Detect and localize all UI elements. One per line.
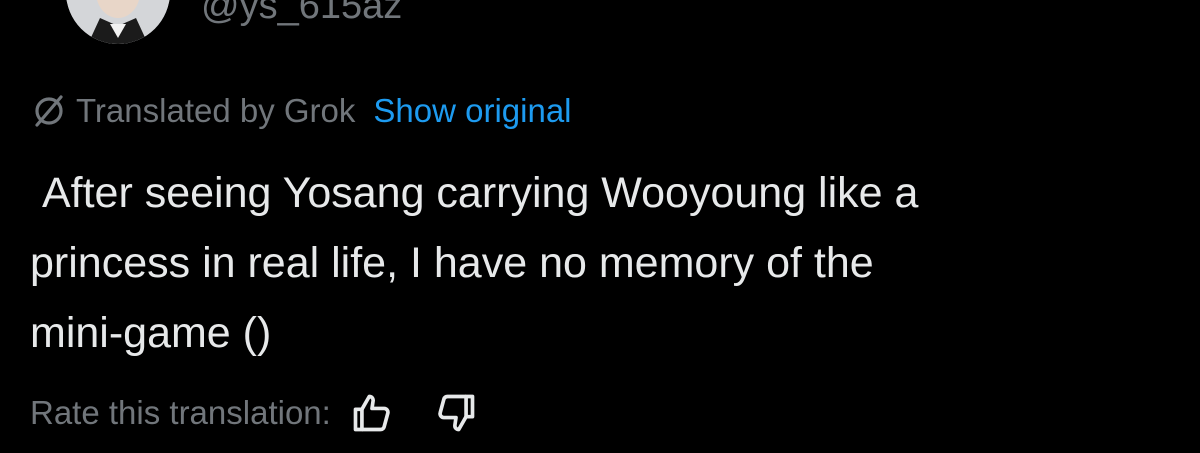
thumbs-down-button[interactable] <box>433 390 479 436</box>
thumbs-up-button[interactable] <box>349 390 395 436</box>
thumbs-down-icon <box>438 394 475 432</box>
rate-translation-bar: Rate this translation: <box>30 388 517 438</box>
rate-translation-label: Rate this translation: <box>30 394 331 431</box>
show-original-link[interactable]: Show original <box>373 92 571 130</box>
translation-bar: Translated by Grok Show original <box>30 89 572 133</box>
avatar[interactable] <box>66 0 170 44</box>
thumbs-up-icon <box>353 394 390 432</box>
translate-icon <box>30 92 68 130</box>
author-handle[interactable]: @ys_615az <box>201 0 402 28</box>
translated-by-label: Translated by Grok <box>76 92 356 129</box>
tweet-text: After seeing Yosang carrying Wooyoung li… <box>30 169 919 357</box>
